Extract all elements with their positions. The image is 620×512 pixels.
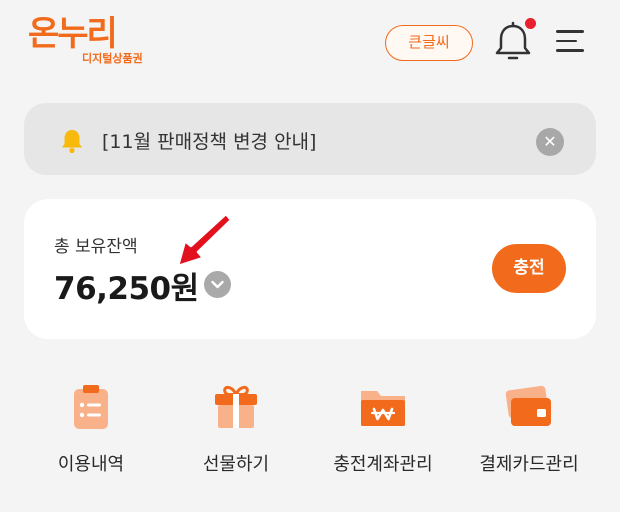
quick-menu-usage-history[interactable]: 이용내역 [16,378,166,488]
folder-won-icon [361,391,405,426]
annotation-arrow-icon [176,212,233,268]
clipboard-list-icon [74,385,108,429]
gift-icon [215,385,257,428]
notice-banner[interactable]: [11월 판매정책 변경 안내] ✕ [24,103,596,175]
charge-button[interactable]: 충전 [492,244,566,293]
app-logo[interactable]: 온누리 디지털상품권 [28,14,168,70]
hamburger-menu-icon[interactable] [556,30,588,56]
balance-card: 총 보유잔액 76,250원 충전 [24,199,596,339]
logo-wordmark: 온누리 [28,14,118,54]
logo-subtitle: 디지털상품권 [82,52,143,65]
large-font-button[interactable]: 큰글씨 [385,25,473,61]
balance-label: 총 보유잔액 [54,237,138,257]
quick-menu-label: 이용내역 [57,454,125,475]
notice-text: [11월 판매정책 변경 안내] [102,131,317,153]
quick-menu-label: 충전계좌관리 [333,454,433,475]
bell-icon [62,130,82,154]
quick-menu: 이용내역 선물하기 충전계좌관리 결제카드관리 [0,378,620,498]
quick-menu-label: 결제카드관리 [479,454,579,475]
quick-menu-charge-account[interactable]: 충전계좌관리 [308,378,458,488]
close-icon[interactable]: ✕ [536,128,564,156]
quick-menu-gift[interactable]: 선물하기 [161,378,311,488]
quick-menu-label: 선물하기 [202,454,270,475]
notification-dot [525,18,536,29]
chevron-down-icon[interactable] [204,271,231,298]
quick-menu-payment-card[interactable]: 결제카드관리 [454,378,604,488]
credit-card-icon [505,385,551,426]
app-header: 온누리 디지털상품권 큰글씨 [0,0,620,90]
